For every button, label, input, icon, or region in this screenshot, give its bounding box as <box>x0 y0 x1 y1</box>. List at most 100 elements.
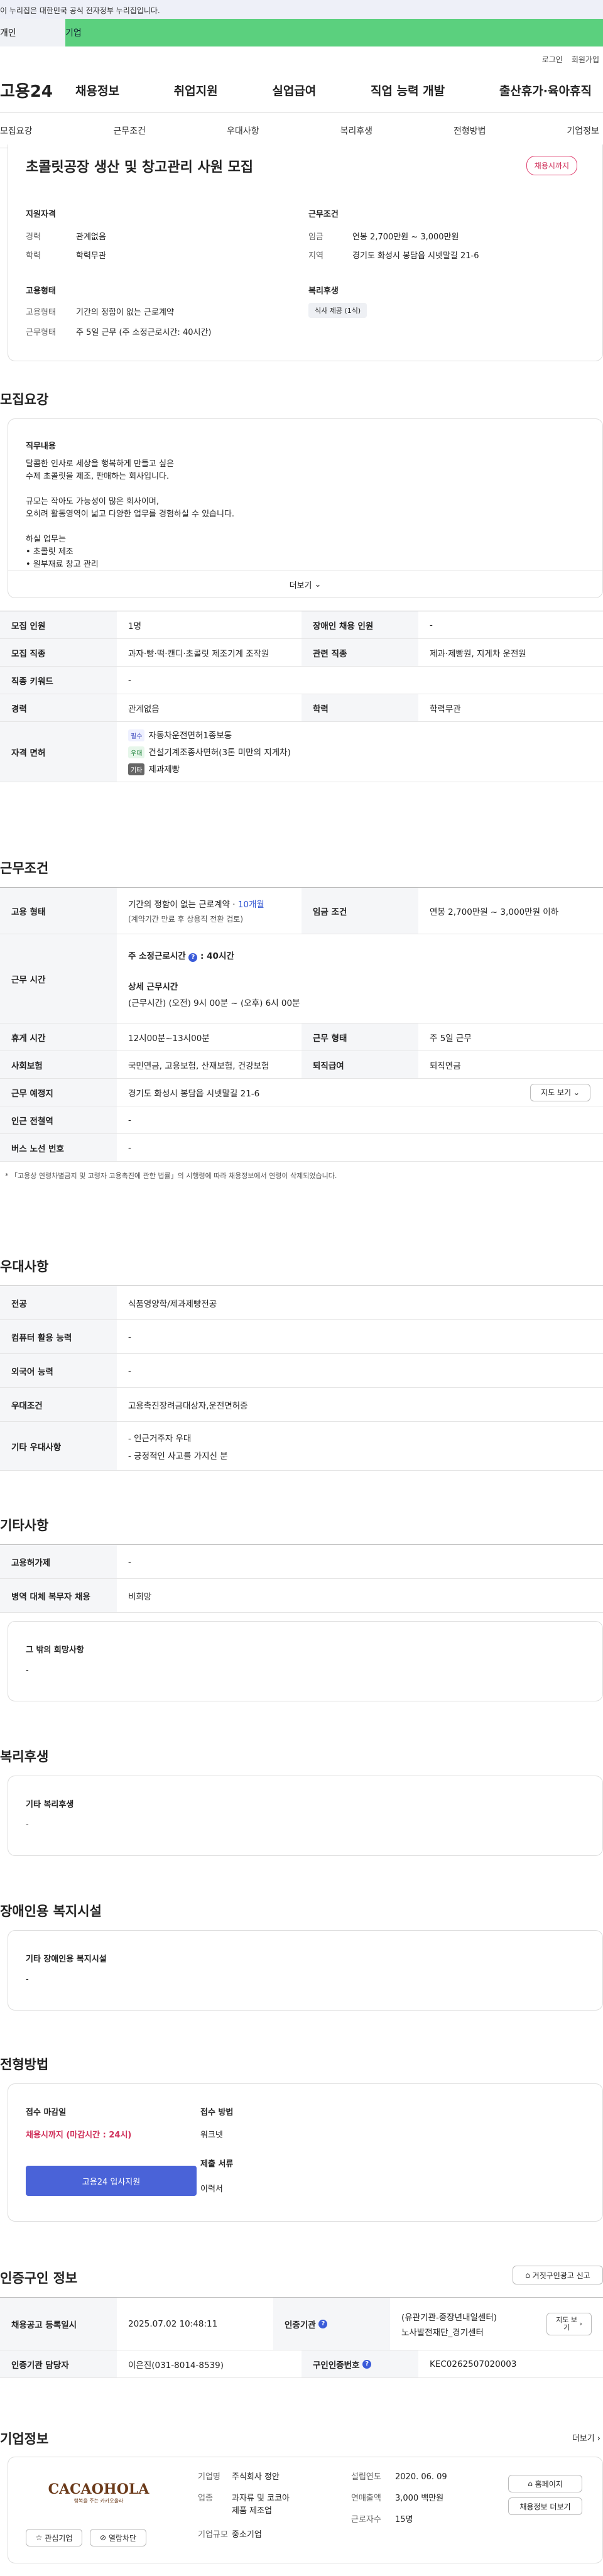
major-value: 식품영양학/제과제빵전공 <box>128 1299 217 1309</box>
method-value: 워크넷 <box>200 2131 223 2140</box>
emptype-value: 기간의 정함이 없는 근로계약 <box>76 308 174 317</box>
gnb-unemployment[interactable]: 실업급여 <box>272 82 316 99</box>
license-list: 필수 자동차운전면허1종보통 우대 건설기계조종사면허(3톤 미만의 지게차) 기타… <box>117 722 603 782</box>
pref-cond-value: 고용촉진장려금대상자,운전면허증 <box>128 1400 248 1411</box>
edu2-label: 학력 <box>302 694 418 721</box>
info-icon[interactable]: ? <box>362 2359 372 2369</box>
block-button[interactable]: ⊘ 열람차단 <box>90 2529 146 2546</box>
gnb-employment-support[interactable]: 취업지원 <box>174 82 218 99</box>
org-map-button[interactable]: 지도 보기 › <box>546 2312 592 2335</box>
gnb-leave[interactable]: 출산휴가·육아휴직 <box>499 82 592 99</box>
gnb-jobs[interactable]: 채용정보 <box>75 82 119 99</box>
sector-value: 과자류 및 코코아 <box>232 2494 290 2503</box>
star-icon: ☆ <box>35 2533 43 2542</box>
ins-label: 사회보험 <box>0 1051 117 1078</box>
info-icon[interactable]: ? <box>318 2319 328 2328</box>
related-label: 관련 직종 <box>302 639 418 666</box>
worktype-label: 근무형태 <box>26 328 56 337</box>
loc-label: 지역 <box>308 251 323 261</box>
duty-line: 하실 업무는 <box>26 535 66 544</box>
company-logo: CACAOHOLA 행복을 주는 카카오올라 <box>48 2481 149 2504</box>
pref-etc-item: - 긍정적인 사고를 가지신 분 <box>128 1451 228 1461</box>
company-more-link[interactable]: 더보기 › <box>572 2431 600 2443</box>
permit-value: - <box>128 1556 131 1567</box>
edu-label: 학력 <box>26 251 41 261</box>
snb-work[interactable]: 근무조건 <box>113 124 146 137</box>
reg-value: 2025.07.02 10:48:11 <box>128 2318 218 2329</box>
cond-title: 근무조건 <box>308 210 339 219</box>
snb-company[interactable]: 기업정보 <box>567 124 599 137</box>
signup-link[interactable]: 회원가입 <box>572 54 599 68</box>
career-value: 관계없음 <box>76 232 106 242</box>
recruit-table: 모집 인원 1명 장애인 채용 인원 - 모집 직종 과자·빵·떡·캔디·초콜릿 제조기… <box>0 611 603 782</box>
snb-recruit[interactable]: 모집요강 <box>0 124 33 137</box>
wage-cond-value: 연봉 2,700만원 ~ 3,000만원 이하 <box>430 907 559 917</box>
duty-line <box>26 521 234 533</box>
snb-pref[interactable]: 우대사항 <box>227 124 259 137</box>
login-link[interactable]: 로그인 <box>542 54 563 68</box>
info-icon[interactable]: ? <box>188 953 198 962</box>
method-title: 접수 방법 <box>200 2108 234 2117</box>
mgr-value: 이은진(031-8014-8539) <box>128 2360 224 2371</box>
lang-value: - <box>128 1365 131 1376</box>
company-section-title: 기업정보 <box>0 2431 49 2447</box>
rest-value: 12시00분~13시00분 <box>128 1033 210 1044</box>
loc-value: 경기도 화성시 봉담읍 시넷말길 21-6 <box>352 251 479 261</box>
year-value: 2020. 06. 09 <box>395 2472 447 2482</box>
disab-card-value: - <box>26 1975 29 1984</box>
emp-title: 고용형태 <box>26 287 56 296</box>
major-label: 전공 <box>0 1286 117 1319</box>
wage-label: 임금 <box>308 232 323 242</box>
global-nav: 고용24 채용정보 취업지원 실업급여 직업 능력 개발 출산휴가·육아휴직 <box>0 68 603 113</box>
job-title: 초콜릿공장 생산 및 창고관리 사원 모집 <box>26 160 254 175</box>
num-value: KEC0262507020003 <box>430 2359 517 2369</box>
report-button[interactable]: ⌂ 거짓구인광고 신고 <box>513 2266 603 2284</box>
company-card: CACAOHOLA 행복을 주는 카카오올라 ☆ 관심기업 ⊘ 열람차단 기업명… <box>8 2457 603 2563</box>
other-table: 고용허가제 - 병역 대체 복무자 채용 비희망 <box>0 1544 603 1613</box>
map-button[interactable]: 지도 보기 ⌄ <box>530 1083 590 1101</box>
sev-value: 퇴직연금 <box>430 1061 461 1071</box>
duty-line: 규모는 작아도 가능성이 많은 회사이며, <box>26 497 160 506</box>
duty-card: 직무내용 달콤한 인사로 세상을 행복하게 만들고 싶은 수제 초콜릿을 제조, … <box>8 418 603 598</box>
pref-cond-label: 우대조건 <box>0 1388 117 1421</box>
company-jobs-button[interactable]: 채용정보 더보기 <box>508 2497 582 2515</box>
status-badge: 채용시까지 <box>526 156 577 175</box>
welfare-card-value: - <box>26 1820 29 1830</box>
snb-welfare[interactable]: 복리후생 <box>340 124 372 137</box>
career2-label: 경력 <box>0 694 117 721</box>
form-value: 주 5일 근무 <box>430 1033 472 1044</box>
sev-label: 퇴직급여 <box>302 1051 418 1078</box>
gov-banner: 이 누리집은 대한민국 공식 전자정부 누리집입니다. <box>0 0 603 19</box>
req-title: 지원자격 <box>26 210 56 219</box>
headcount-value: 1명 <box>128 621 142 631</box>
related-value: 제과·제빵원, 지게차 운전원 <box>430 648 526 659</box>
welfare-chip: 식사 제공 (1식) <box>308 303 367 318</box>
gnb-training[interactable]: 직업 능력 개발 <box>371 82 445 99</box>
duty-more-button[interactable]: 더보기 ⌄ <box>8 570 602 599</box>
pc-value: - <box>128 1331 131 1342</box>
site-logo[interactable]: 고용24 <box>0 79 75 102</box>
keyword-label: 직종 키워드 <box>0 667 117 694</box>
sales-label: 연매출액 <box>351 2494 381 2503</box>
org-value: (유관기관-중장년내일센터) <box>401 2312 497 2323</box>
fav-button[interactable]: ☆ 관심기업 <box>26 2529 82 2546</box>
welfare-card-title: 기타 복리후생 <box>26 1800 74 1809</box>
work-section-title: 근무조건 <box>0 861 49 876</box>
disabled-label: 장애인 채용 인원 <box>302 611 418 638</box>
pref-section-title: 우대사항 <box>0 1259 49 1274</box>
emp-note: (계약기간 만료 후 상용직 전환 검토) <box>128 915 243 924</box>
org-label: 인증기관 <box>285 2320 316 2330</box>
disabled-value: - <box>430 619 433 630</box>
home-icon: ⌂ <box>525 2271 530 2279</box>
hours-value: 40시간 <box>207 951 234 961</box>
snb-selection[interactable]: 전형방법 <box>454 124 486 137</box>
chevron-down-icon: ⌄ <box>314 580 322 589</box>
bus-value: - <box>128 1142 131 1153</box>
duty-line: 오히려 활동영역이 넓고 다양한 업무를 경험하실 수 있습니다. <box>26 510 235 519</box>
apply-button[interactable]: 고용24 입사지원 <box>26 2166 197 2196</box>
hope-title: 그 밖의 희망사항 <box>26 1645 84 1655</box>
homepage-button[interactable]: ⌂ 홈페이지 <box>508 2475 582 2492</box>
tab-individual[interactable]: 개인 <box>0 19 65 46</box>
tab-company[interactable]: 기업 <box>65 19 603 46</box>
age-note: * 「고용상 연령차별금지 및 고령자 고용촉진에 관한 법률」의 시행령에 따… <box>5 1172 337 1180</box>
